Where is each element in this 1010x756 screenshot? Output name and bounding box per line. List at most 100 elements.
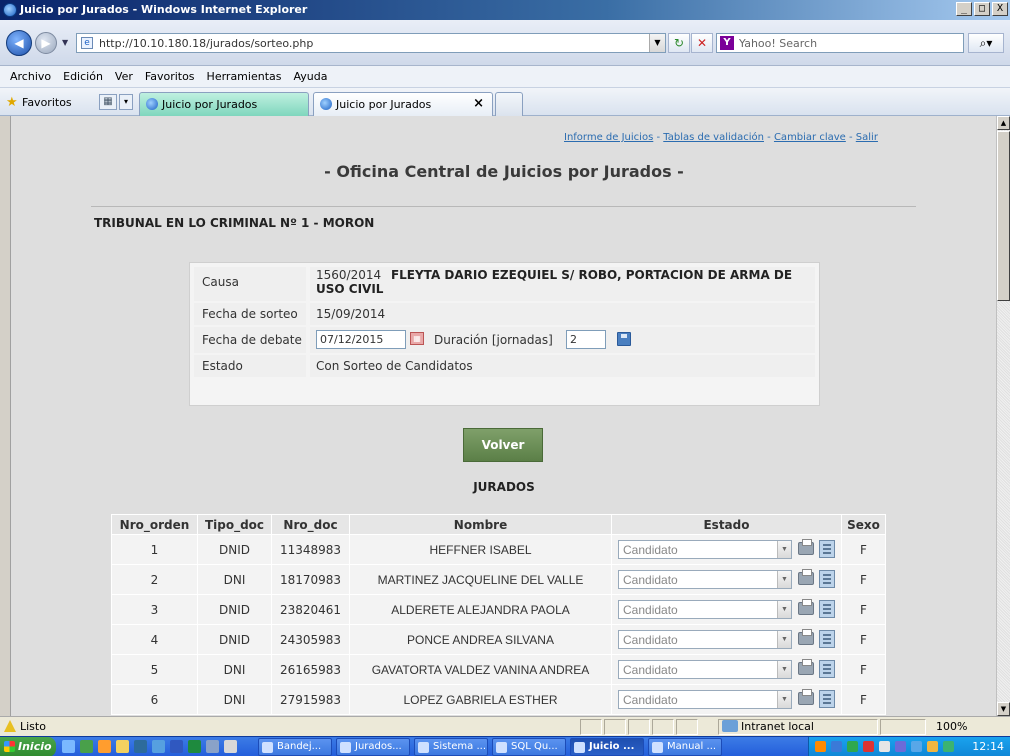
- estado-select[interactable]: Candidato ▼: [618, 600, 792, 619]
- print-icon[interactable]: [798, 629, 814, 645]
- estado-select[interactable]: Candidato ▼: [618, 570, 792, 589]
- id-card-icon[interactable]: [819, 690, 835, 708]
- stop-button[interactable]: ✕: [691, 33, 713, 53]
- tray-icon[interactable]: [847, 741, 858, 752]
- taskbar-item[interactable]: Manual ...: [648, 738, 722, 756]
- estado-select[interactable]: Candidato ▼: [618, 660, 792, 679]
- chevron-down-icon[interactable]: ▼: [777, 691, 791, 708]
- tray-icon[interactable]: [927, 741, 938, 752]
- quicklaunch-icon[interactable]: [206, 740, 219, 753]
- quick-tabs-icon[interactable]: ▦: [99, 94, 117, 110]
- quicklaunch-icon[interactable]: [80, 740, 93, 753]
- tab-juicio-2[interactable]: Juicio por Jurados ×: [313, 92, 493, 116]
- search-input[interactable]: Y Yahoo! Search: [716, 33, 964, 53]
- refresh-button[interactable]: ↻: [668, 33, 690, 53]
- quicklaunch-icon[interactable]: [188, 740, 201, 753]
- menu-ver[interactable]: Ver: [109, 70, 139, 83]
- chevron-down-icon[interactable]: ▼: [777, 661, 791, 678]
- taskbar-item[interactable]: Sistema ...: [414, 738, 488, 756]
- table-row: 4 DNID 24305983 PONCE ANDREA SILVANA Candida…: [111, 624, 886, 655]
- tab-juicio-1[interactable]: Juicio por Jurados: [139, 92, 309, 116]
- status-text: Listo: [20, 720, 46, 733]
- tray-icon[interactable]: [879, 741, 890, 752]
- tray-icon[interactable]: [943, 741, 954, 752]
- search-placeholder: Yahoo! Search: [739, 37, 818, 50]
- menu-favoritos[interactable]: Favoritos: [139, 70, 201, 83]
- chevron-down-icon[interactable]: ▼: [777, 631, 791, 648]
- print-icon[interactable]: [798, 539, 814, 555]
- taskbar-item[interactable]: SQL Qu...: [492, 738, 566, 756]
- tray-icon[interactable]: [815, 741, 826, 752]
- tray-icon[interactable]: [831, 741, 842, 752]
- menu-edicion[interactable]: Edición: [57, 70, 109, 83]
- back-button[interactable]: ◀: [6, 30, 32, 56]
- vertical-scrollbar[interactable]: ▲ ▼: [996, 116, 1010, 716]
- favorites-button[interactable]: Favoritos: [22, 96, 72, 109]
- scroll-thumb[interactable]: [997, 131, 1010, 301]
- taskbar-item-active[interactable]: Juicio ...: [570, 738, 644, 756]
- quicklaunch-icon[interactable]: [116, 740, 129, 753]
- taskbar-item[interactable]: Jurados...: [336, 738, 410, 756]
- close-button[interactable]: X: [992, 2, 1008, 16]
- forward-button[interactable]: ▶: [35, 32, 57, 54]
- fecha-sorteo-label: Fecha de sorteo: [194, 303, 306, 325]
- link-salir[interactable]: Salir: [856, 132, 878, 143]
- protected-mode-cell[interactable]: [880, 719, 926, 735]
- quicklaunch-icon[interactable]: [134, 740, 147, 753]
- search-button[interactable]: ⌕▾: [968, 33, 1004, 53]
- quicklaunch-icon[interactable]: [152, 740, 165, 753]
- print-icon[interactable]: [798, 569, 814, 585]
- menu-bar: Archivo Edición Ver Favoritos Herramient…: [0, 66, 1010, 88]
- cell-nro-doc: 24305983: [271, 624, 350, 655]
- tab-list-dropdown-icon[interactable]: ▾: [119, 94, 133, 110]
- start-button[interactable]: Inicio: [0, 737, 56, 756]
- minimize-button[interactable]: _: [956, 2, 972, 16]
- close-tab-icon[interactable]: ×: [473, 96, 484, 111]
- maximize-button[interactable]: □: [974, 2, 990, 16]
- id-card-icon[interactable]: [819, 540, 835, 558]
- estado-select[interactable]: Candidato ▼: [618, 540, 792, 559]
- tray-icon[interactable]: [895, 741, 906, 752]
- quicklaunch-icon[interactable]: [224, 740, 237, 753]
- tray-icon[interactable]: [911, 741, 922, 752]
- estado-select[interactable]: Candidato ▼: [618, 630, 792, 649]
- new-tab-button[interactable]: [495, 92, 523, 116]
- save-icon[interactable]: [617, 332, 631, 346]
- link-tablas-validacion[interactable]: Tablas de validación: [663, 132, 764, 143]
- address-dropdown-icon[interactable]: ▼: [649, 34, 665, 52]
- chevron-down-icon[interactable]: ▼: [777, 571, 791, 588]
- id-card-icon[interactable]: [819, 600, 835, 618]
- quicklaunch-icon[interactable]: [98, 740, 111, 753]
- chevron-down-icon[interactable]: ▼: [777, 541, 791, 558]
- chevron-down-icon[interactable]: ▼: [777, 601, 791, 618]
- cell-tipo-doc: DNID: [197, 594, 272, 625]
- tray-icon[interactable]: [863, 741, 874, 752]
- menu-archivo[interactable]: Archivo: [4, 70, 57, 83]
- quicklaunch-icon[interactable]: [170, 740, 183, 753]
- id-card-icon[interactable]: [819, 630, 835, 648]
- taskbar-item[interactable]: Bandej...: [258, 738, 332, 756]
- menu-herramientas[interactable]: Herramientas: [201, 70, 288, 83]
- id-card-icon[interactable]: [819, 570, 835, 588]
- link-cambiar-clave[interactable]: Cambiar clave: [774, 132, 846, 143]
- duracion-input[interactable]: 2: [566, 330, 606, 349]
- favorites-star-icon[interactable]: ★: [6, 95, 18, 110]
- fecha-debate-input[interactable]: 07/12/2015: [316, 330, 406, 349]
- zoom-level[interactable]: 100%: [936, 720, 967, 733]
- history-dropdown-icon[interactable]: ▼: [62, 38, 68, 47]
- volver-button[interactable]: Volver: [463, 428, 543, 462]
- print-icon[interactable]: [798, 689, 814, 705]
- cell-tipo-doc: DNID: [197, 534, 272, 565]
- id-card-icon[interactable]: [819, 660, 835, 678]
- causa-details: Causa 1560/2014 FLEYTA DARIO EZEQUIEL S/…: [189, 262, 820, 406]
- print-icon[interactable]: [798, 659, 814, 675]
- quicklaunch-icon[interactable]: [62, 740, 75, 753]
- scroll-up-icon[interactable]: ▲: [997, 116, 1010, 130]
- print-icon[interactable]: [798, 599, 814, 615]
- link-informe-juicios[interactable]: Informe de Juicios: [564, 132, 653, 143]
- address-bar[interactable]: e http://10.10.180.18/jurados/sorteo.php…: [76, 33, 666, 53]
- menu-ayuda[interactable]: Ayuda: [287, 70, 333, 83]
- calendar-icon[interactable]: ▦: [410, 332, 424, 345]
- estado-select[interactable]: Candidato ▼: [618, 690, 792, 709]
- scroll-down-icon[interactable]: ▼: [997, 702, 1010, 716]
